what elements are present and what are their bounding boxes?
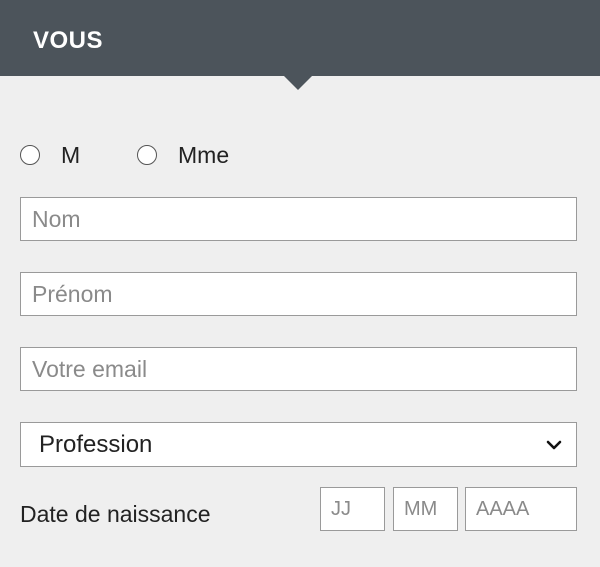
section-title: VOUS [33,27,104,54]
chevron-down-icon [546,440,562,449]
profession-select[interactable]: Profession [20,422,577,467]
header-pointer [284,76,312,90]
radio-label-mme: Mme [178,141,230,168]
radio-option-mme[interactable]: Mme [137,141,230,168]
radio-circle-m[interactable] [20,145,40,165]
email-input[interactable] [20,347,577,391]
radio-option-m[interactable]: M [20,141,81,168]
radio-circle-mme[interactable] [137,145,157,165]
radio-label-m: M [61,141,81,168]
birthdate-label: Date de naissance [20,501,211,527]
birth-year-input[interactable] [465,487,577,531]
prenom-input[interactable] [20,272,577,316]
profession-select-value: Profession [39,430,153,458]
birth-month-input[interactable] [393,487,458,531]
birth-day-input[interactable] [320,487,385,531]
nom-input[interactable] [20,197,577,241]
section-header: VOUS [0,0,600,76]
